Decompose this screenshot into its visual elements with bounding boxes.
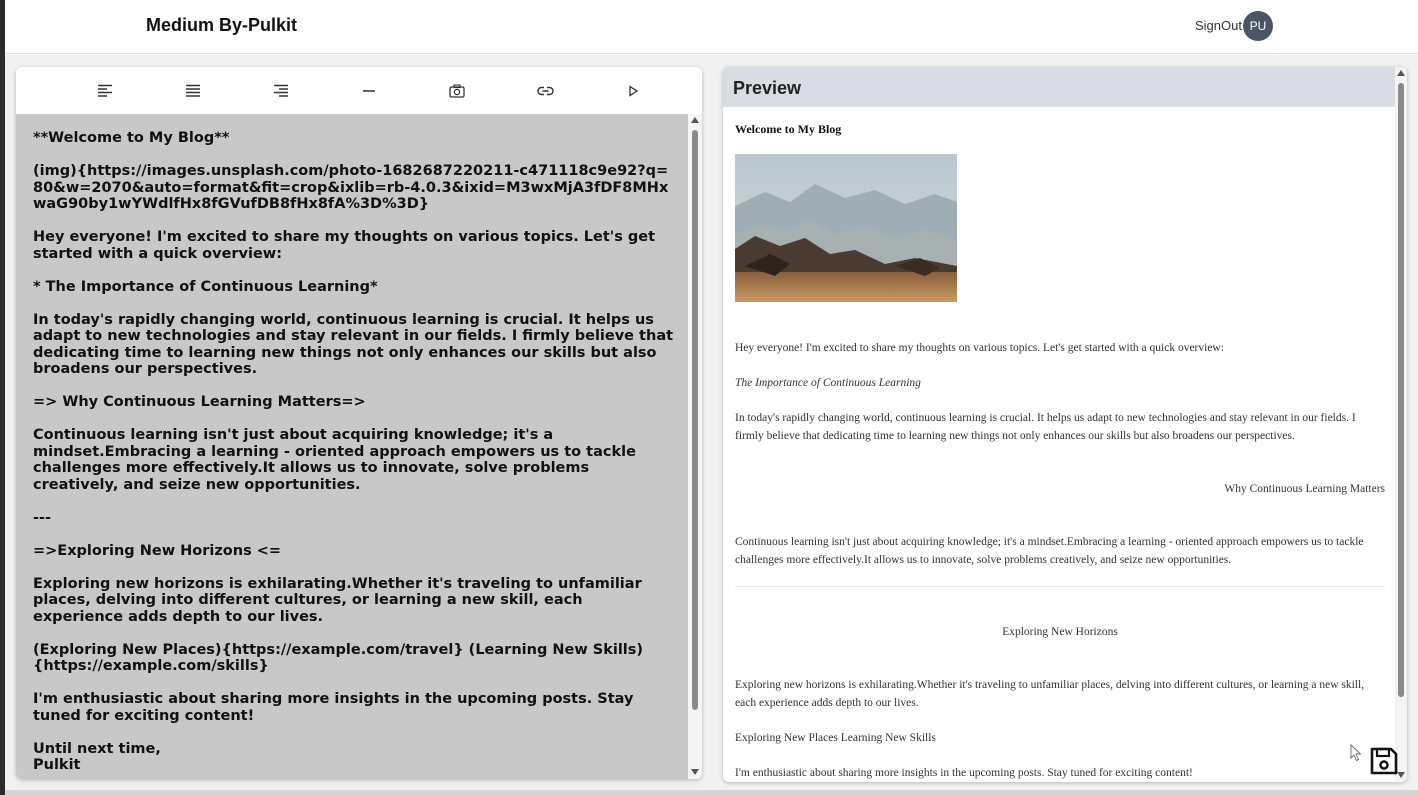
scrollbar-thumb[interactable]: [692, 130, 698, 710]
scrollbar-thumb[interactable]: [1398, 83, 1404, 697]
editor-line: Exploring new horizons is exhilarating.W…: [33, 575, 642, 625]
markdown-editor-textarea[interactable]: **Welcome to My Blog** (img){https://ima…: [16, 114, 688, 779]
brand-title[interactable]: Medium By-Pulkit: [146, 15, 297, 36]
preview-subheading: The Importance of Continuous Learning: [735, 377, 921, 389]
user-avatar[interactable]: PU: [1243, 11, 1273, 41]
mouse-cursor-icon: [1350, 743, 1362, 766]
preview-heading-right: Why Continuous Learning Matters: [1224, 483, 1385, 495]
editor-line: Hey everyone! I'm excited to share my th…: [33, 229, 656, 262]
scroll-down-icon[interactable]: [691, 769, 699, 775]
preview-panel: Preview Welcome to My Blog Hey everyone!…: [723, 67, 1407, 782]
editor-line: Continuous learning isn't just about acq…: [33, 427, 636, 493]
preview-paragraph: I'm enthusiastic about sharing more insi…: [735, 767, 1193, 779]
preview-heading: Preview: [723, 67, 1395, 107]
editor-panel: **Welcome to My Blog** (img){https://ima…: [16, 67, 702, 779]
preview-paragraph: Hey everyone! I'm excited to share my th…: [735, 342, 1224, 354]
editor-scrollbar[interactable]: [688, 114, 702, 779]
align-right-icon[interactable]: [269, 79, 293, 103]
window-bottom-edge: [5, 790, 1418, 795]
editor-line: =>Exploring New Horizons <=: [33, 542, 282, 559]
editor-toolbar: [16, 67, 702, 114]
workspace: **Welcome to My Blog** (img){https://ima…: [5, 55, 1418, 795]
preview-paragraph: Exploring new horizons is exhilarating.W…: [735, 679, 1365, 709]
editor-line: Pulkit: [33, 757, 81, 773]
align-justify-icon[interactable]: [181, 79, 205, 103]
preview-paragraph: Continuous learning isn't just about acq…: [735, 536, 1364, 566]
scroll-up-icon[interactable]: [1397, 70, 1405, 76]
signout-button[interactable]: SignOut: [1195, 18, 1242, 33]
align-left-icon[interactable]: [93, 79, 117, 103]
preview-divider: [735, 586, 1385, 587]
link-icon[interactable]: [533, 79, 557, 103]
editor-line: In today's rapidly changing world, conti…: [33, 311, 674, 378]
editor-line: (Exploring New Places){https://example.c…: [33, 641, 644, 675]
editor-line: Until next time,: [33, 740, 161, 757]
editor-line: ---: [33, 509, 52, 526]
scroll-up-icon[interactable]: [691, 117, 699, 123]
preview-image: [735, 154, 957, 302]
top-navbar: Medium By-Pulkit SignOut PU: [5, 0, 1418, 54]
play-icon[interactable]: [621, 79, 645, 103]
camera-icon[interactable]: [445, 79, 469, 103]
preview-links[interactable]: Exploring New Places Learning New Skills: [735, 729, 1385, 747]
preview-title: Welcome to My Blog: [735, 122, 842, 136]
editor-line: * The Importance of Continuous Learning*: [33, 278, 378, 295]
editor-line: **Welcome to My Blog**: [33, 130, 230, 146]
preview-paragraph: In today's rapidly changing world, conti…: [735, 412, 1356, 442]
editor-line: I'm enthusiastic about sharing more insi…: [33, 691, 634, 724]
preview-heading-center: Exploring New Horizons: [1002, 626, 1118, 638]
preview-scrollbar[interactable]: [1395, 67, 1407, 782]
preview-content: Welcome to My Blog Hey everyone! I'm exc…: [723, 107, 1395, 782]
editor-line: (img){https://images.unsplash.com/photo-…: [33, 163, 669, 212]
save-icon[interactable]: [1368, 745, 1400, 777]
editor-line: => Why Continuous Learning Matters=>: [33, 394, 366, 410]
horizontal-rule-icon[interactable]: [357, 79, 381, 103]
